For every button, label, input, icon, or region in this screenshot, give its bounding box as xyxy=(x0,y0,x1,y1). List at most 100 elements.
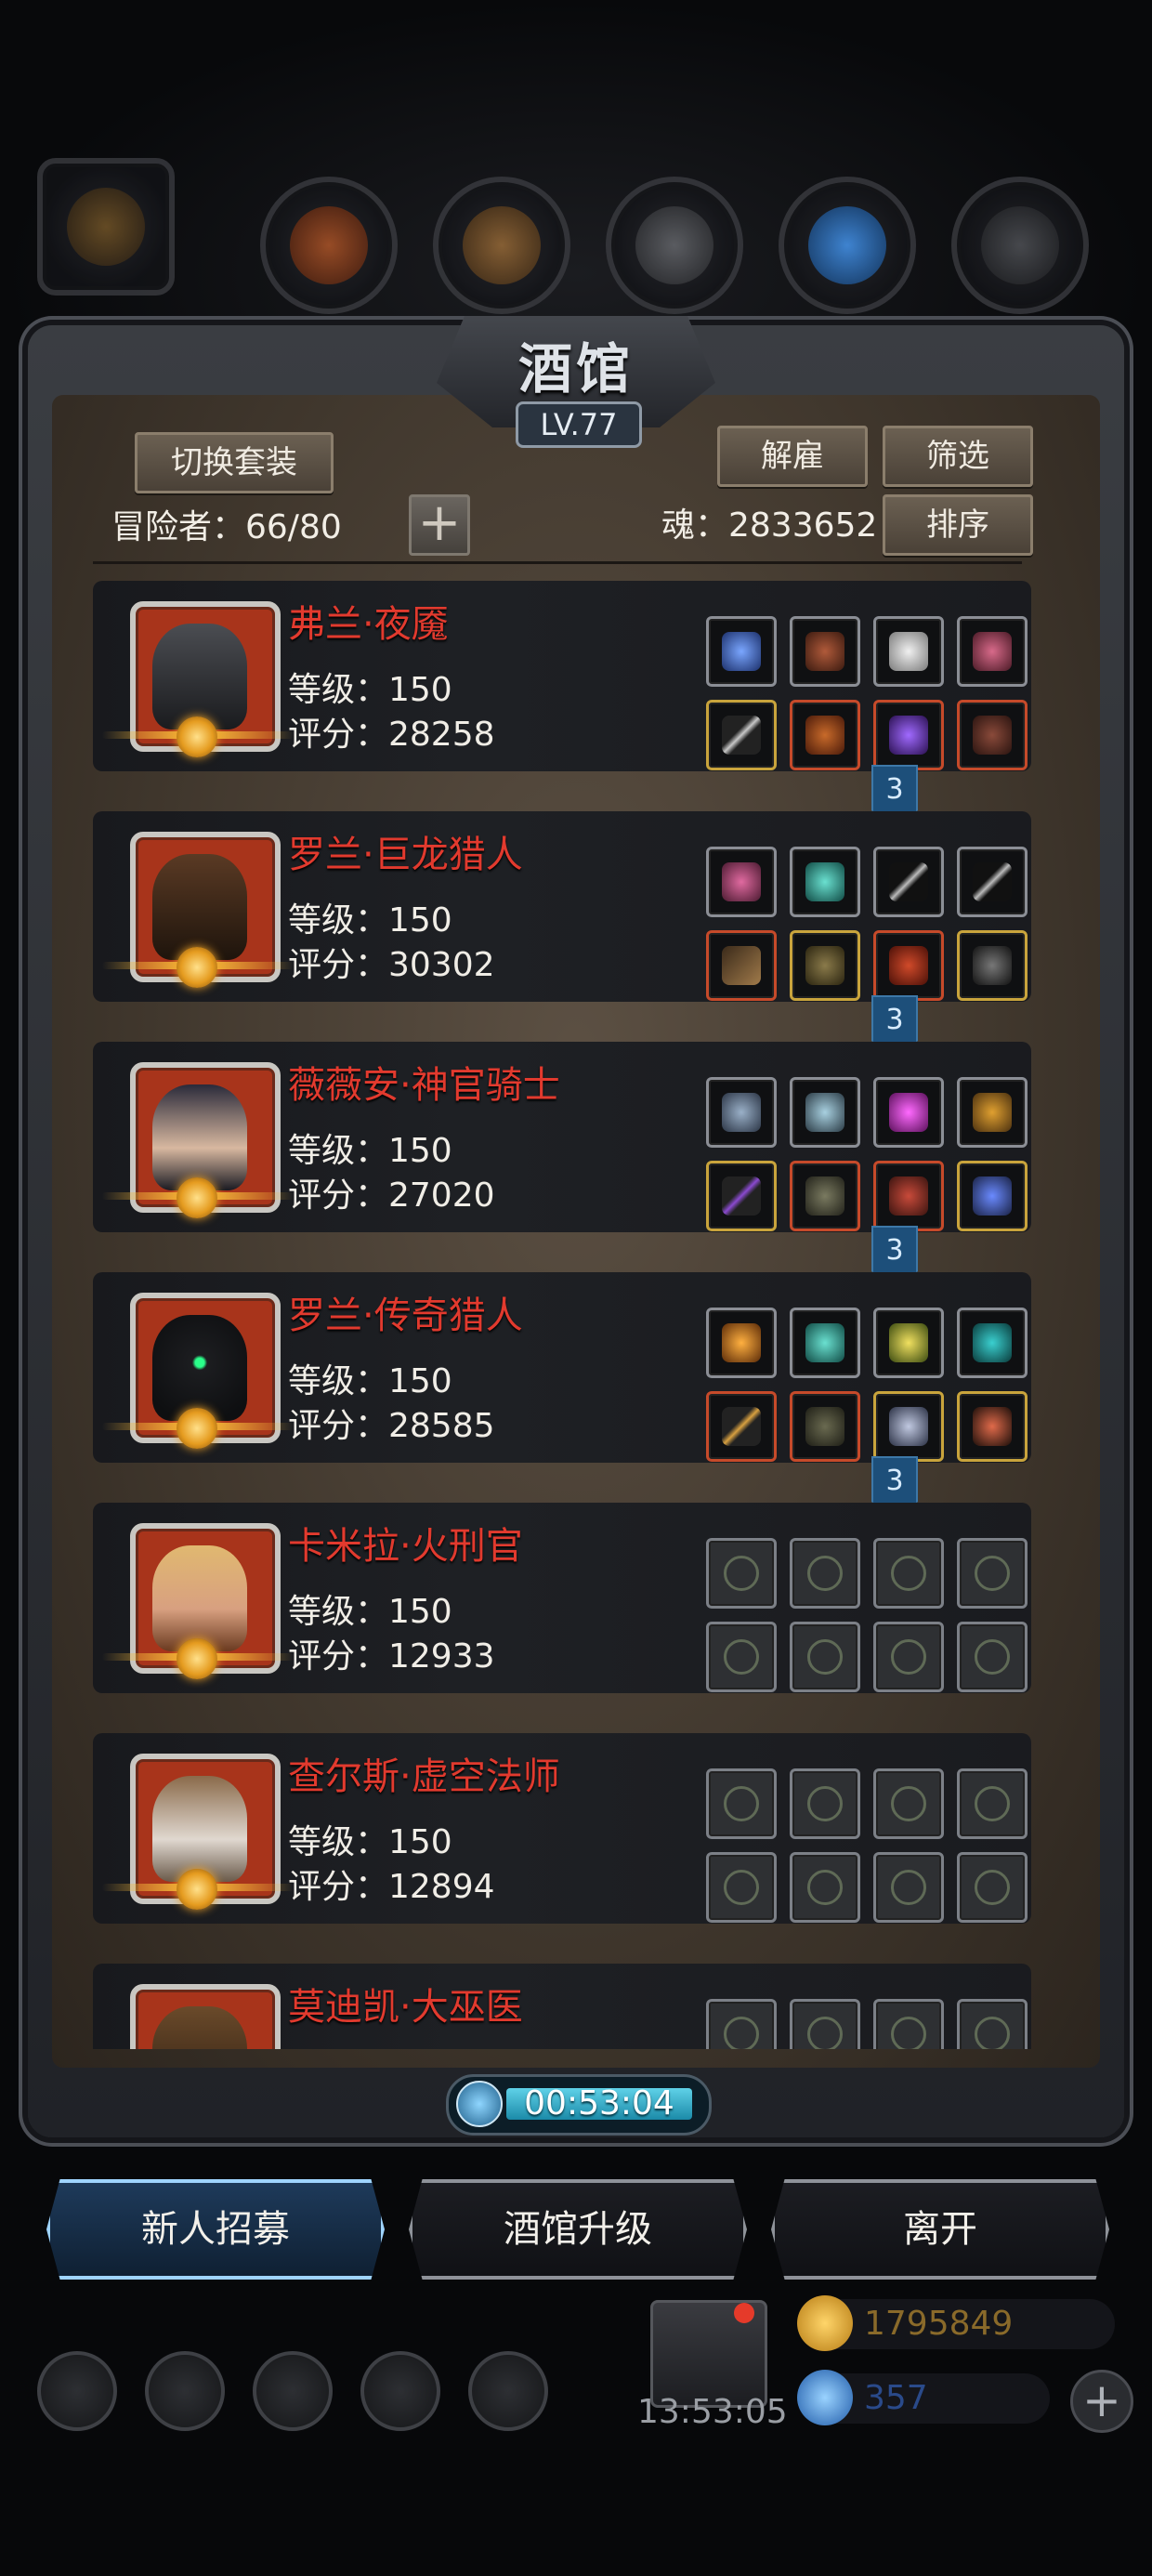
iron-icon xyxy=(606,177,743,314)
add-slot-button[interactable]: + xyxy=(409,494,470,556)
dagger-slot[interactable] xyxy=(873,847,944,917)
notification-dot xyxy=(734,2303,754,2323)
rank-medal-icon xyxy=(102,947,297,988)
ring-slot[interactable] xyxy=(706,847,777,917)
boots-slot[interactable] xyxy=(790,1077,860,1148)
ring-slot[interactable] xyxy=(706,1077,777,1148)
cloak-slot[interactable] xyxy=(957,700,1028,770)
amulet-slot[interactable] xyxy=(790,847,860,917)
necklace-slot[interactable] xyxy=(957,1161,1028,1231)
hero-name: 莫迪凯·大巫医 xyxy=(288,1986,523,2029)
amulet-slot[interactable] xyxy=(790,1308,860,1378)
crystal-icon xyxy=(779,177,916,314)
empty-slot[interactable] xyxy=(706,1622,777,1692)
gem-slot[interactable] xyxy=(957,1308,1028,1378)
upgrade-tavern-button[interactable]: 酒馆升级 xyxy=(409,2179,747,2280)
add-gems-button[interactable]: + xyxy=(1070,2370,1133,2433)
meat-icon xyxy=(260,177,398,314)
armor-slot[interactable] xyxy=(790,1161,860,1231)
empty-slot[interactable] xyxy=(873,1852,944,1923)
sort-button[interactable]: 排序 xyxy=(883,494,1033,556)
empty-slot[interactable] xyxy=(957,1622,1028,1692)
gem-slot[interactable] xyxy=(873,1077,944,1148)
rank-medal-icon xyxy=(102,716,297,757)
hero-card[interactable]: 罗兰·传奇猎人 等级：150 评分：28585 xyxy=(93,1272,1041,1463)
dismiss-button[interactable]: 解雇 xyxy=(717,426,868,487)
ring-slot[interactable] xyxy=(706,1308,777,1378)
recruit-button[interactable]: 新人招募 xyxy=(46,2179,385,2280)
rank-medal-icon xyxy=(102,1869,297,1910)
lantern-slot[interactable] xyxy=(873,1308,944,1378)
equipment-slots xyxy=(706,1291,1041,1462)
empty-slot[interactable] xyxy=(957,1768,1028,1839)
empty-slot[interactable] xyxy=(790,1622,860,1692)
helm-slot[interactable] xyxy=(873,930,944,1001)
filter-button[interactable]: 筛选 xyxy=(883,426,1033,487)
weapon-slot[interactable] xyxy=(706,930,777,1001)
empty-slot[interactable] xyxy=(790,1999,860,2049)
rank-medal-icon xyxy=(102,1638,297,1679)
map-icon[interactable] xyxy=(468,2351,548,2431)
wing-slot[interactable] xyxy=(873,616,944,687)
hero-card[interactable]: 薇薇安·神官骑士 等级：150 评分：27020 xyxy=(93,1042,1041,1232)
equipment-slots xyxy=(706,1982,1041,2049)
chest-timer: 13:53:05 xyxy=(637,2393,788,2431)
weapon-slot[interactable] xyxy=(706,1391,777,1462)
hero-card[interactable]: 罗兰·巨龙猎人 等级：150 评分：30302 xyxy=(93,811,1041,1002)
leave-button[interactable]: 离开 xyxy=(771,2179,1109,2280)
empty-slot[interactable] xyxy=(957,1852,1028,1923)
charm-slot[interactable] xyxy=(957,1391,1028,1462)
empty-slot[interactable] xyxy=(873,1768,944,1839)
hero-card[interactable]: 莫迪凯·大巫医 xyxy=(93,1964,1041,2049)
weapon-slot[interactable] xyxy=(706,700,777,770)
hero-name: 罗兰·巨龙猎人 xyxy=(288,834,523,876)
switch-outfit-button[interactable]: 切换套装 xyxy=(135,432,334,493)
clock-icon xyxy=(456,2081,503,2127)
hero-name: 薇薇安·神官骑士 xyxy=(288,1064,560,1107)
hero-list[interactable]: 弗兰·夜魇 等级：150 评分：28258 3 罗兰·巨龙猎人 等级：150 评… xyxy=(93,581,1041,2049)
dagger-slot[interactable] xyxy=(957,847,1028,917)
settings-icon[interactable] xyxy=(37,2351,117,2431)
bracer-slot[interactable] xyxy=(873,1161,944,1231)
gold-amount: 1795849 xyxy=(864,2305,1014,2343)
hero-name: 罗兰·传奇猎人 xyxy=(288,1295,523,1337)
empty-slot[interactable] xyxy=(790,1538,860,1609)
ring-slot[interactable] xyxy=(957,930,1028,1001)
empty-slot[interactable] xyxy=(790,1852,860,1923)
orb-slot[interactable] xyxy=(873,700,944,770)
hero-level: 等级：150 xyxy=(288,901,452,940)
boots-slot[interactable] xyxy=(790,616,860,687)
achievement-icon[interactable] xyxy=(145,2351,225,2431)
hero-score: 评分：27020 xyxy=(288,1176,495,1215)
hero-card[interactable]: 弗兰·夜魇 等级：150 评分：28258 xyxy=(93,581,1041,771)
hero-portrait[interactable] xyxy=(130,1984,281,2049)
hero-card[interactable]: 卡米拉·火刑官 等级：150 评分：12933 xyxy=(93,1503,1041,1693)
empty-slot[interactable] xyxy=(957,1999,1028,2049)
lantern-slot[interactable] xyxy=(957,1077,1028,1148)
empty-slot[interactable] xyxy=(873,1538,944,1609)
staff-slot[interactable] xyxy=(706,1161,777,1231)
equipment-slots xyxy=(706,830,1041,1001)
empty-slot[interactable] xyxy=(873,1999,944,2049)
empty-slot[interactable] xyxy=(706,1999,777,2049)
empty-slot[interactable] xyxy=(706,1768,777,1839)
hero-card[interactable]: 查尔斯·虚空法师 等级：150 评分：12894 xyxy=(93,1733,1041,1924)
empty-slot[interactable] xyxy=(790,1768,860,1839)
guild-icon[interactable] xyxy=(253,2351,333,2431)
gloves-slot[interactable] xyxy=(957,616,1028,687)
empty-slot[interactable] xyxy=(873,1622,944,1692)
equipment-slots xyxy=(706,1752,1041,1923)
empty-slot[interactable] xyxy=(706,1538,777,1609)
gem-amount: 357 xyxy=(864,2379,928,2417)
armor-slot[interactable] xyxy=(790,700,860,770)
divider xyxy=(93,561,1022,564)
gem-icon xyxy=(797,2370,853,2425)
mail-icon[interactable] xyxy=(360,2351,440,2431)
soul-count: 魂：2833652 xyxy=(661,506,878,545)
armor-slot[interactable] xyxy=(790,1391,860,1462)
crown-slot[interactable] xyxy=(873,1391,944,1462)
armor-slot[interactable] xyxy=(790,930,860,1001)
empty-slot[interactable] xyxy=(957,1538,1028,1609)
empty-slot[interactable] xyxy=(706,1852,777,1923)
ring-slot[interactable] xyxy=(706,616,777,687)
